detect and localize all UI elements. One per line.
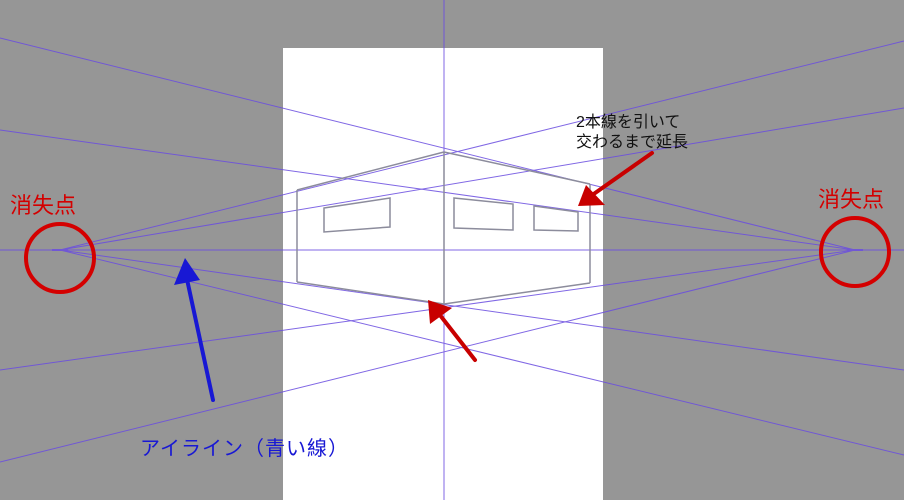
blue-arrow bbox=[174, 258, 213, 400]
vp-circle-right bbox=[821, 218, 889, 286]
vp-label-left: 消失点 bbox=[10, 188, 76, 220]
diagram-canvas: 消失点 消失点 アイライン（青い線） 2本線を引いて 交わるまで延長 bbox=[0, 0, 904, 500]
vp-label-right: 消失点 bbox=[818, 182, 884, 214]
drawing-paper bbox=[283, 48, 603, 500]
vp-circle-left bbox=[26, 224, 94, 292]
